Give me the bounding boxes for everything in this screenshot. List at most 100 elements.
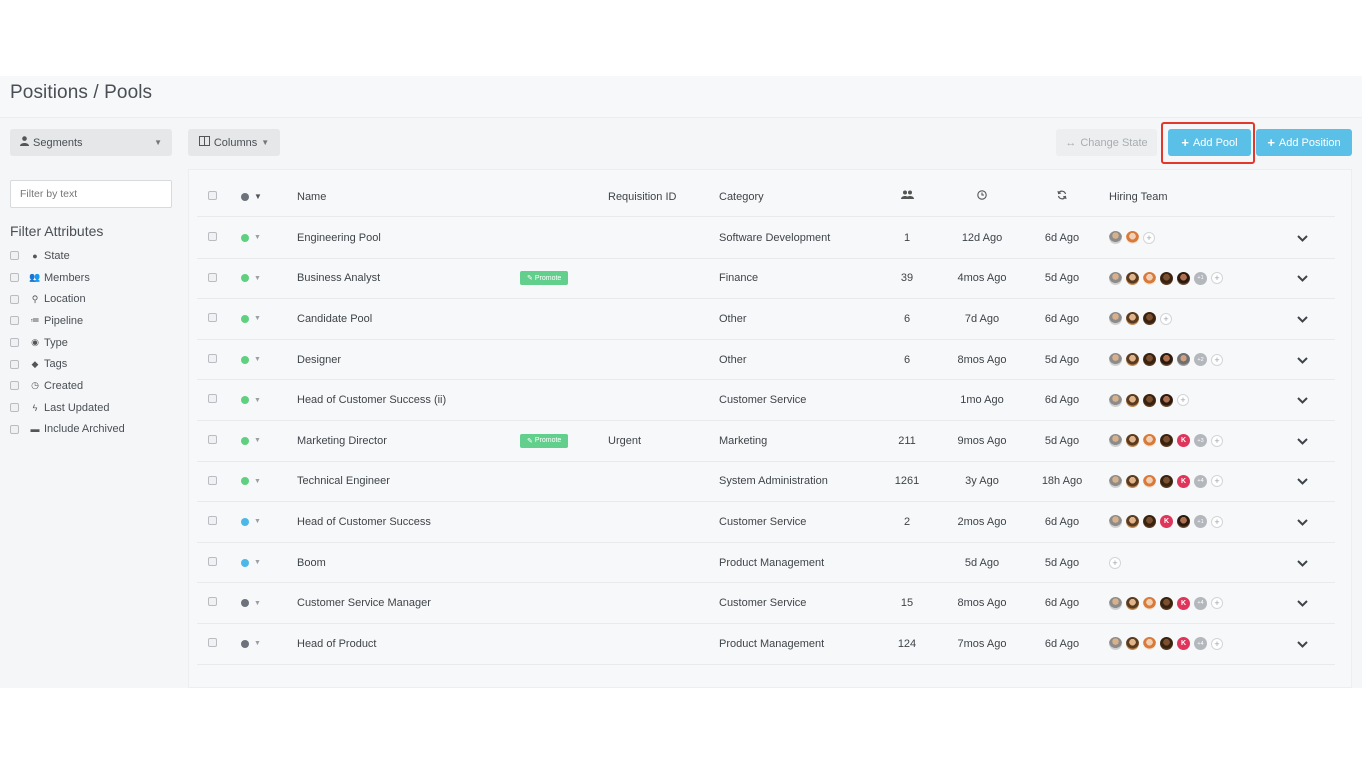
chevron-down-icon[interactable]	[1297, 271, 1308, 285]
change-state-button[interactable]: ↔ Change State	[1056, 129, 1157, 156]
header-name[interactable]: Name	[297, 191, 326, 203]
chevron-down-icon[interactable]	[1297, 556, 1308, 570]
position-name[interactable]: Head of Product	[297, 638, 377, 650]
state-dropdown[interactable]: ▼	[241, 558, 261, 567]
row-checkbox[interactable]	[208, 597, 217, 607]
state-dropdown[interactable]: ▼	[241, 274, 261, 283]
position-name[interactable]: Marketing Director	[297, 435, 387, 447]
team-member-avatar[interactable]	[1126, 474, 1139, 488]
team-member-avatar[interactable]	[1177, 515, 1190, 529]
add-team-member-icon[interactable]: +	[1211, 515, 1223, 528]
chevron-down-icon[interactable]	[1297, 434, 1308, 448]
team-member-avatar[interactable]	[1143, 353, 1156, 367]
clock-icon[interactable]	[952, 190, 1012, 203]
team-member-avatar[interactable]	[1109, 312, 1122, 326]
chevron-down-icon[interactable]	[1297, 596, 1308, 610]
filter-attribute-item[interactable]: ◆ Tags	[10, 353, 172, 375]
team-member-avatar[interactable]	[1109, 434, 1122, 448]
row-checkbox[interactable]	[208, 232, 217, 241]
team-member-avatar[interactable]	[1109, 393, 1122, 407]
team-member-avatar[interactable]	[1126, 231, 1139, 245]
team-member-avatar[interactable]	[1109, 353, 1122, 367]
more-members-badge[interactable]: +4	[1194, 596, 1207, 610]
columns-button[interactable]: Columns ▼	[188, 129, 280, 156]
add-team-member-icon[interactable]: +	[1211, 353, 1223, 366]
more-members-badge[interactable]: +2	[1194, 353, 1207, 367]
filter-checkbox[interactable]	[10, 251, 19, 261]
row-checkbox[interactable]	[208, 475, 217, 485]
team-member-avatar[interactable]	[1143, 312, 1156, 326]
team-member-avatar[interactable]	[1177, 271, 1190, 285]
team-member-avatar[interactable]	[1160, 637, 1173, 651]
add-pool-button[interactable]: + Add Pool	[1168, 129, 1251, 156]
team-member-avatar[interactable]	[1126, 637, 1139, 651]
state-dropdown[interactable]: ▼	[241, 314, 261, 323]
state-dropdown[interactable]: ▼	[241, 396, 261, 405]
table-row[interactable]: ▼ Boom Product Management 5d Ago 5d Ago +	[197, 543, 1335, 584]
add-team-member-icon[interactable]: +	[1160, 312, 1172, 325]
filter-checkbox[interactable]	[10, 424, 19, 434]
more-members-badge[interactable]: +4	[1194, 637, 1207, 651]
team-member-avatar[interactable]	[1126, 271, 1139, 285]
header-hiring-team[interactable]: Hiring Team	[1109, 191, 1168, 203]
add-team-member-icon[interactable]: +	[1109, 556, 1121, 569]
add-team-member-icon[interactable]: +	[1211, 597, 1223, 610]
row-checkbox[interactable]	[208, 313, 217, 323]
table-row[interactable]: ▼ Candidate Pool Other 6 7d Ago 6d Ago +	[197, 299, 1335, 340]
filter-checkbox[interactable]	[10, 381, 19, 391]
row-checkbox[interactable]	[208, 638, 217, 647]
team-member-avatar[interactable]	[1160, 393, 1173, 407]
table-row[interactable]: ▼ Designer Other 6 8mos Ago 5d Ago +2 +	[197, 340, 1335, 381]
team-member-avatar[interactable]	[1126, 515, 1139, 529]
team-member-avatar[interactable]	[1143, 271, 1156, 285]
position-name[interactable]: Candidate Pool	[297, 313, 372, 325]
filter-checkbox[interactable]	[10, 273, 19, 283]
team-member-avatar[interactable]	[1143, 515, 1156, 529]
chevron-down-icon[interactable]	[1297, 637, 1308, 651]
position-name[interactable]: Engineering Pool	[297, 232, 381, 244]
state-dropdown[interactable]: ▼	[241, 355, 261, 364]
team-member-avatar[interactable]	[1126, 312, 1139, 326]
filter-attribute-item[interactable]: ◉ Type	[10, 332, 172, 354]
team-member-avatar[interactable]	[1109, 474, 1122, 488]
filter-checkbox[interactable]	[10, 338, 19, 348]
team-member-avatar[interactable]	[1143, 637, 1156, 651]
table-row[interactable]: ▼ Head of Customer Success Customer Servic…	[197, 502, 1335, 543]
chevron-down-icon[interactable]	[1297, 515, 1308, 529]
filter-attribute-item[interactable]: ● State	[10, 245, 172, 267]
table-row[interactable]: ▼ Customer Service Manager Customer Servic…	[197, 583, 1335, 624]
team-member-avatar[interactable]	[1126, 393, 1139, 407]
team-member-avatar[interactable]	[1143, 434, 1156, 448]
add-position-button[interactable]: + Add Position	[1256, 129, 1352, 156]
filter-attribute-item[interactable]: ▬ Include Archived	[10, 419, 172, 441]
chevron-down-icon[interactable]	[1297, 353, 1308, 367]
filter-attribute-item[interactable]: 👥 Members	[10, 267, 172, 289]
team-member-avatar[interactable]	[1109, 231, 1122, 245]
add-team-member-icon[interactable]: +	[1211, 475, 1223, 488]
add-team-member-icon[interactable]: +	[1211, 434, 1223, 447]
state-dropdown[interactable]: ▼	[241, 477, 261, 486]
segments-dropdown[interactable]: Segments ▼	[10, 129, 172, 156]
team-member-avatar[interactable]	[1160, 271, 1173, 285]
select-all-checkbox[interactable]	[208, 191, 217, 200]
header-category[interactable]: Category	[719, 191, 764, 203]
filter-checkbox[interactable]	[10, 316, 19, 326]
team-member-avatar[interactable]	[1126, 434, 1139, 448]
team-member-avatar[interactable]	[1160, 596, 1173, 610]
position-name[interactable]: Technical Engineer	[297, 475, 390, 487]
state-dropdown[interactable]: ▼	[241, 639, 261, 648]
refresh-icon[interactable]	[1037, 190, 1087, 203]
table-row[interactable]: ▼ Head of Product Product Management 124 7mo…	[197, 624, 1335, 665]
team-member-avatar[interactable]	[1109, 515, 1122, 529]
table-row[interactable]: ▼ Head of Customer Success (ii) Customer S…	[197, 380, 1335, 421]
team-member-avatar[interactable]	[1109, 271, 1122, 285]
chevron-down-icon[interactable]	[1297, 312, 1308, 326]
table-row[interactable]: ▼ Marketing Director ✎ Promote Urgent Marketi…	[197, 421, 1335, 462]
filter-text-input[interactable]	[10, 180, 172, 208]
more-members-badge[interactable]: +1	[1194, 515, 1207, 529]
row-checkbox[interactable]	[208, 353, 217, 363]
members-header-icon[interactable]	[887, 190, 927, 203]
team-member-avatar-k[interactable]: K	[1177, 637, 1190, 651]
row-checkbox[interactable]	[208, 394, 217, 404]
more-members-badge[interactable]: +1	[1194, 271, 1207, 285]
